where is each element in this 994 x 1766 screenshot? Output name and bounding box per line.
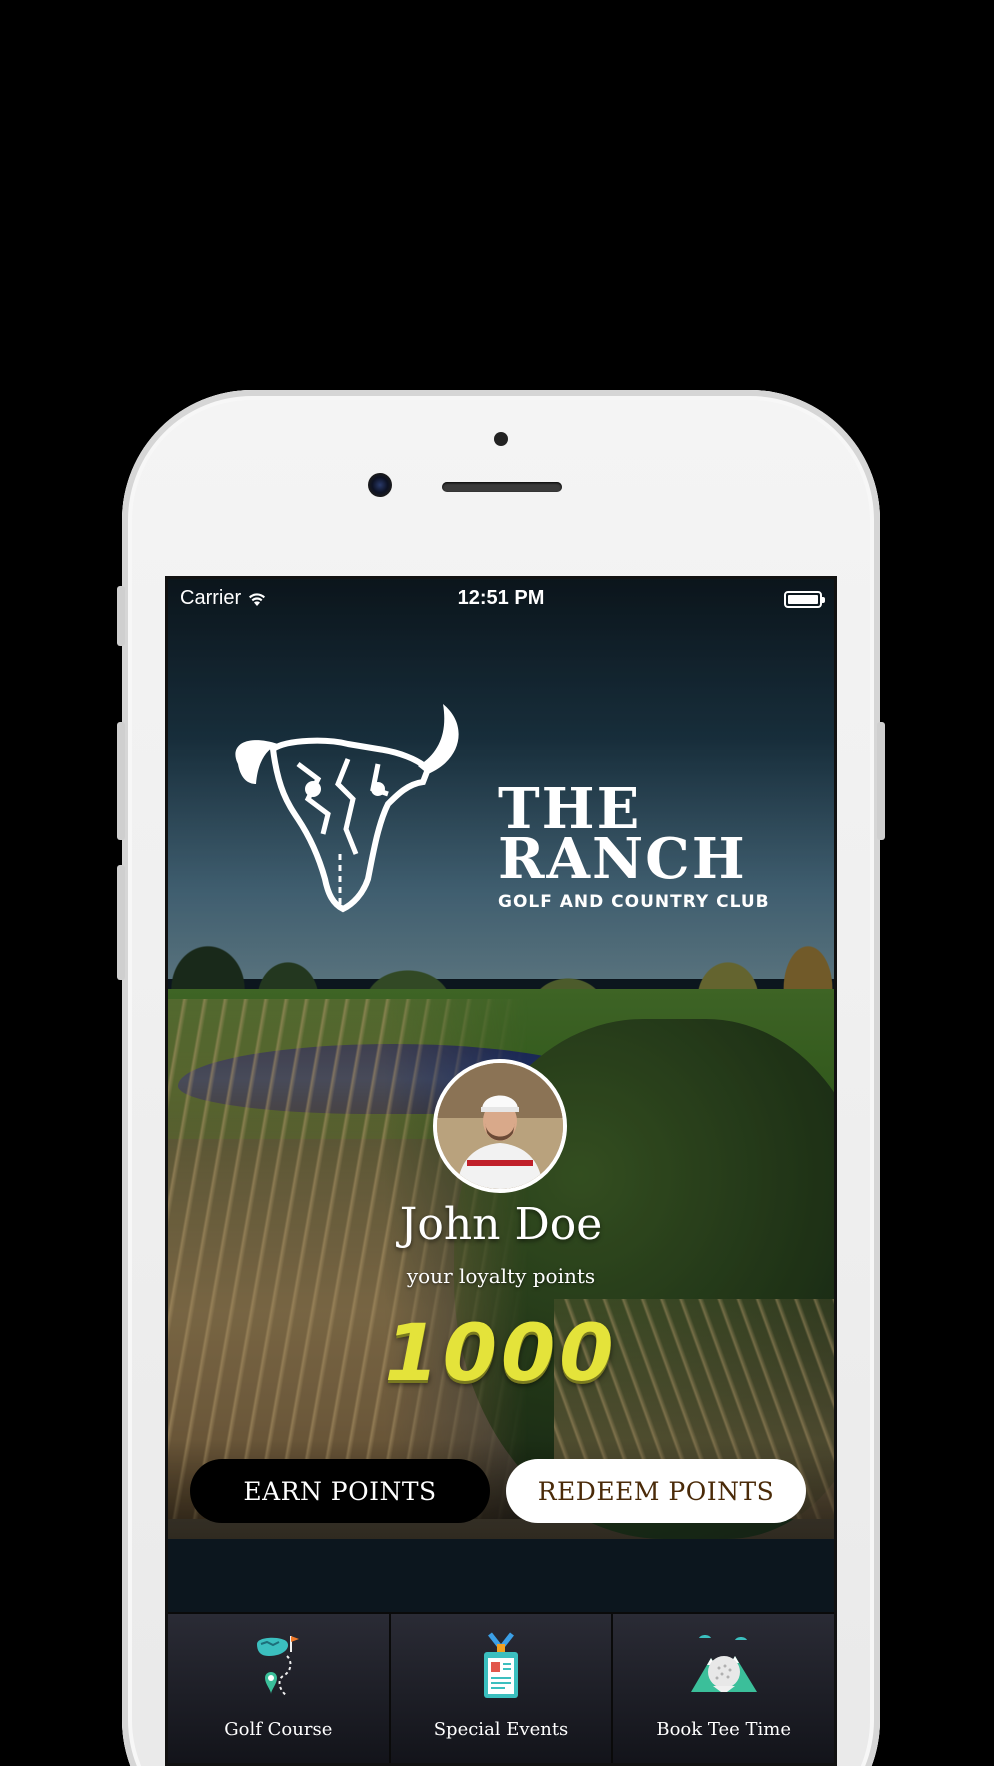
event-badge-icon: [484, 1632, 518, 1698]
loyalty-points-value: 1000: [384, 1309, 618, 1399]
nav-label-book-tee-time: Book Tee Time: [656, 1719, 791, 1740]
battery-level: [788, 595, 818, 604]
nav-item-golf-course[interactable]: Golf Course: [168, 1614, 391, 1763]
bull-skull-icon: [235, 704, 459, 913]
earpiece-speaker: [442, 482, 562, 492]
avatar[interactable]: [433, 1059, 567, 1193]
user-photo: [437, 1063, 563, 1189]
front-camera: [368, 473, 392, 497]
volume-down-button: [117, 865, 125, 980]
nav-item-book-tee-time[interactable]: Book Tee Time: [613, 1614, 834, 1763]
nav-label-golf-course: Golf Course: [224, 1719, 333, 1740]
loyalty-points-label: your loyalty points: [406, 1264, 596, 1288]
app-screen: Carrier 12:51 PM THE RANCH GOLF AND COUN…: [165, 576, 837, 1766]
redeem-points-button[interactable]: REDEEM POINTS: [506, 1459, 806, 1523]
volume-up-button: [117, 722, 125, 840]
nav-label-special-events: Special Events: [433, 1719, 569, 1740]
power-button: [877, 722, 885, 840]
proximity-sensor: [494, 432, 508, 446]
logo-line-subtitle: GOLF AND COUNTRY CLUB: [498, 892, 770, 912]
status-time: 12:51 PM: [457, 587, 545, 609]
nav-item-special-events[interactable]: Special Events: [391, 1614, 614, 1763]
battery-icon: [784, 591, 825, 608]
mockup-stage: Carrier 12:51 PM THE RANCH GOLF AND COUN…: [0, 0, 994, 1766]
club-logo-text: THE RANCH GOLF AND COUNTRY CLUB: [498, 781, 770, 912]
golf-course-map-icon: [257, 1636, 300, 1697]
club-logo: THE RANCH GOLF AND COUNTRY CLUB: [228, 704, 769, 913]
logo-line-ranch: RANCH: [498, 826, 747, 892]
earn-points-button[interactable]: EARN POINTS: [190, 1459, 490, 1523]
status-bar: Carrier 12:51 PM: [168, 579, 834, 619]
user-name: John Doe: [399, 1199, 603, 1250]
golf-ball-tee-icon: [690, 1635, 757, 1692]
bottom-nav: Golf Course Special Events Book Tee Time: [168, 1612, 834, 1763]
mute-switch: [117, 586, 125, 646]
